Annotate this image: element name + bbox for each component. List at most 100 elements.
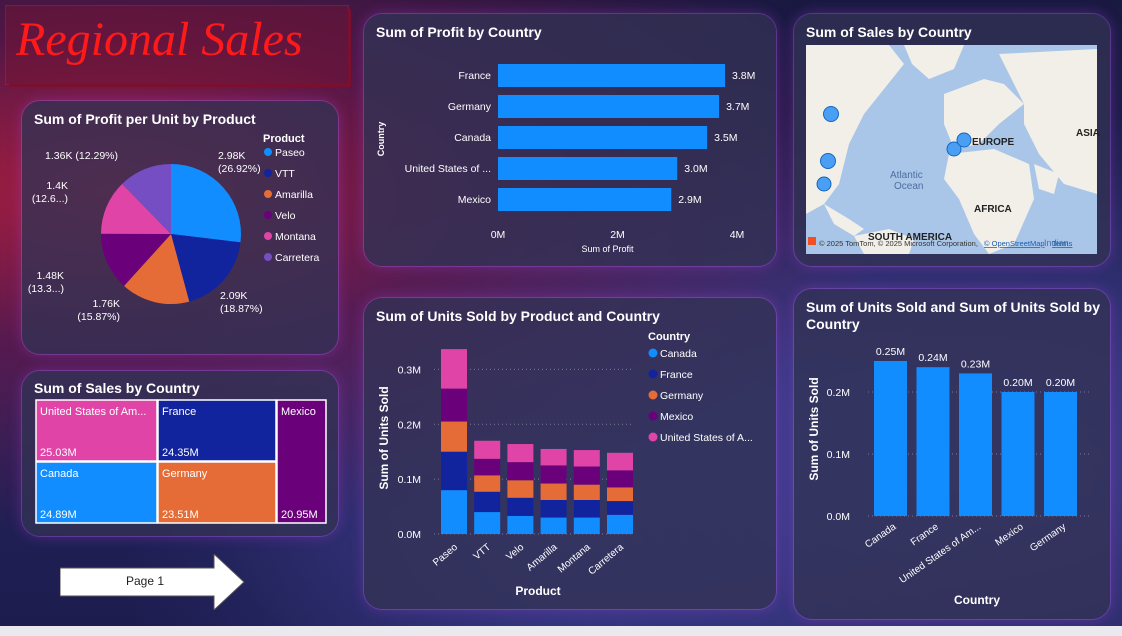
- stacked-x-tick: Carretera: [586, 542, 626, 578]
- treemap-cell-mexico[interactable]: [276, 399, 327, 524]
- units-x-axis-label: Country: [954, 593, 1000, 607]
- stacked-bar-segment[interactable]: [507, 480, 534, 498]
- stacked-bar-segment[interactable]: [573, 499, 600, 518]
- map-attribution-osm-link[interactable]: © OpenStreetMap: [984, 239, 1045, 248]
- treemap-cell-value: 25.03M: [40, 447, 77, 459]
- stacked-x-axis-label: Product: [515, 584, 560, 598]
- profit-y-axis-label: Country: [376, 122, 386, 157]
- map-bubble-mexico[interactable]: [816, 176, 832, 192]
- stacked-bar-segment[interactable]: [573, 484, 600, 500]
- units-y-tick: 0.2M: [827, 387, 850, 399]
- stacked-bar-segment[interactable]: [607, 514, 633, 534]
- stacked-bar-segment[interactable]: [474, 512, 501, 534]
- stacked-bar-segment[interactable]: [507, 497, 534, 516]
- pie-legend-marker: [264, 148, 272, 156]
- pie-legend-item-paseo[interactable]: Paseo: [275, 147, 305, 159]
- pie-legend-marker: [264, 253, 272, 261]
- map-label-atlantic: Atlantic: [890, 170, 923, 181]
- stacked-bar-segment[interactable]: [540, 448, 567, 466]
- pie-data-label: 1.76K: [93, 298, 120, 310]
- pie-legend-item-velo[interactable]: Velo: [275, 210, 296, 222]
- treemap-cell-label: United States of Am...: [40, 406, 146, 418]
- stacked-bar-segment[interactable]: [607, 487, 633, 502]
- map-bubble-germany[interactable]: [956, 132, 972, 148]
- stacked-y-axis-label: Sum of Units Sold: [377, 386, 391, 489]
- pie-chart-card[interactable]: Sum of Profit per Unit by Product 2.98K(…: [22, 101, 338, 354]
- units-bar[interactable]: [1001, 392, 1035, 516]
- world-map[interactable]: EUROPE ASIA Atlantic Ocean AFRICA SOUTH …: [794, 14, 1110, 266]
- stacked-bar-segment[interactable]: [573, 517, 600, 534]
- profit-bar-value: 2.9M: [678, 194, 701, 206]
- profit-bar[interactable]: [498, 95, 720, 118]
- pie-legend-item-vtt[interactable]: VTT: [275, 168, 295, 180]
- profit-bar[interactable]: [498, 126, 708, 149]
- map-card[interactable]: Sum of Sales by Country EUROPE ASIA Atla…: [794, 14, 1110, 266]
- stacked-bar-card[interactable]: Sum of Units Sold by Product and Country…: [364, 298, 776, 609]
- pie-legend-marker: [264, 169, 272, 177]
- stacked-legend-marker: [648, 348, 658, 358]
- stacked-bar-segment[interactable]: [474, 491, 501, 513]
- stacked-bar-segment[interactable]: [507, 515, 534, 534]
- stacked-bar-segment[interactable]: [573, 466, 600, 485]
- units-bar[interactable]: [1044, 392, 1077, 516]
- stacked-bar-segment[interactable]: [474, 475, 501, 492]
- stacked-bar-segment[interactable]: [573, 450, 600, 467]
- profit-bar-value: 3.8M: [732, 70, 755, 82]
- units-y-tick: 0.1M: [827, 449, 850, 461]
- stacked-bar-segment[interactable]: [441, 349, 467, 389]
- pie-data-label-pct: (12.6...): [32, 193, 68, 205]
- stacked-bar-segment[interactable]: [474, 458, 501, 476]
- pie-data-label: 1.4K: [46, 180, 68, 192]
- profit-bar[interactable]: [498, 188, 672, 211]
- map-bubble-usa[interactable]: [820, 153, 836, 169]
- units-bar[interactable]: [874, 361, 907, 516]
- profit-bar[interactable]: [498, 157, 678, 180]
- stacked-legend-item[interactable]: Germany: [660, 390, 704, 402]
- stacked-y-tick: 0.2M: [398, 419, 421, 431]
- stacked-legend-item[interactable]: France: [660, 369, 693, 381]
- map-terms-link[interactable]: Terms: [1052, 239, 1073, 248]
- page-1-button[interactable]: Page 1: [60, 554, 246, 610]
- stacked-bar-segment[interactable]: [474, 440, 501, 459]
- stacked-bar-segment[interactable]: [607, 501, 633, 515]
- pie-data-label: 1.36K (12.29%): [45, 150, 118, 162]
- stacked-y-tick: 0.0M: [398, 529, 421, 541]
- stacked-x-tick: Amarilla: [525, 542, 560, 574]
- pie-chart: 2.98K(26.92%) 2.09K(18.87%) 1.76K(15.87%) 1…: [28, 133, 320, 323]
- stacked-bar-segment[interactable]: [607, 452, 633, 471]
- stacked-x-tick: Velo: [504, 542, 526, 563]
- treemap-card[interactable]: Sum of Sales by Country United States of…: [22, 371, 338, 536]
- profit-bar-card[interactable]: Sum of Profit by Country France 3.8M Germa…: [364, 14, 776, 266]
- profit-bar-category: Germany: [448, 101, 492, 113]
- pie-data-label-pct: (15.87%): [77, 311, 120, 323]
- stacked-legend-item[interactable]: Mexico: [660, 411, 693, 423]
- stacked-bar-segment[interactable]: [441, 421, 467, 452]
- pie-legend-item-amarilla[interactable]: Amarilla: [275, 189, 313, 201]
- stacked-bar-segment[interactable]: [507, 462, 534, 481]
- profit-bar-value: 3.7M: [726, 101, 749, 113]
- stacked-bar-segment[interactable]: [441, 490, 467, 534]
- units-bar[interactable]: [959, 373, 992, 516]
- units-bar-value: 0.20M: [1046, 377, 1075, 389]
- units-bar[interactable]: [916, 367, 950, 516]
- stacked-legend-item[interactable]: United States of A...: [660, 432, 753, 444]
- stacked-bar-segment[interactable]: [441, 388, 467, 422]
- stacked-bar-segment[interactable]: [607, 470, 633, 488]
- pie-slice-paseo[interactable]: [171, 164, 241, 243]
- treemap-cell-value: 24.35M: [162, 447, 199, 459]
- stacked-bar-segment[interactable]: [540, 465, 567, 484]
- pie-data-label: 2.09K: [220, 290, 247, 302]
- units-bar-card[interactable]: Sum of Units Sold and Sum of Units Sold …: [794, 289, 1110, 619]
- stacked-legend-item[interactable]: Canada: [660, 348, 697, 360]
- stacked-bar-segment[interactable]: [507, 444, 534, 463]
- stacked-bar-segment[interactable]: [441, 451, 467, 491]
- pie-legend-item-carretera[interactable]: Carretera: [275, 252, 320, 264]
- pie-legend-item-montana[interactable]: Montana: [275, 231, 316, 243]
- stacked-bar-segment[interactable]: [540, 483, 567, 500]
- stacked-bar-segment[interactable]: [540, 499, 567, 518]
- treemap-cell-label: Canada: [40, 468, 79, 480]
- map-bubble-canada[interactable]: [823, 106, 839, 122]
- units-y-tick: 0.0M: [827, 511, 850, 523]
- stacked-bar-segment[interactable]: [540, 517, 567, 534]
- profit-bar[interactable]: [498, 64, 726, 87]
